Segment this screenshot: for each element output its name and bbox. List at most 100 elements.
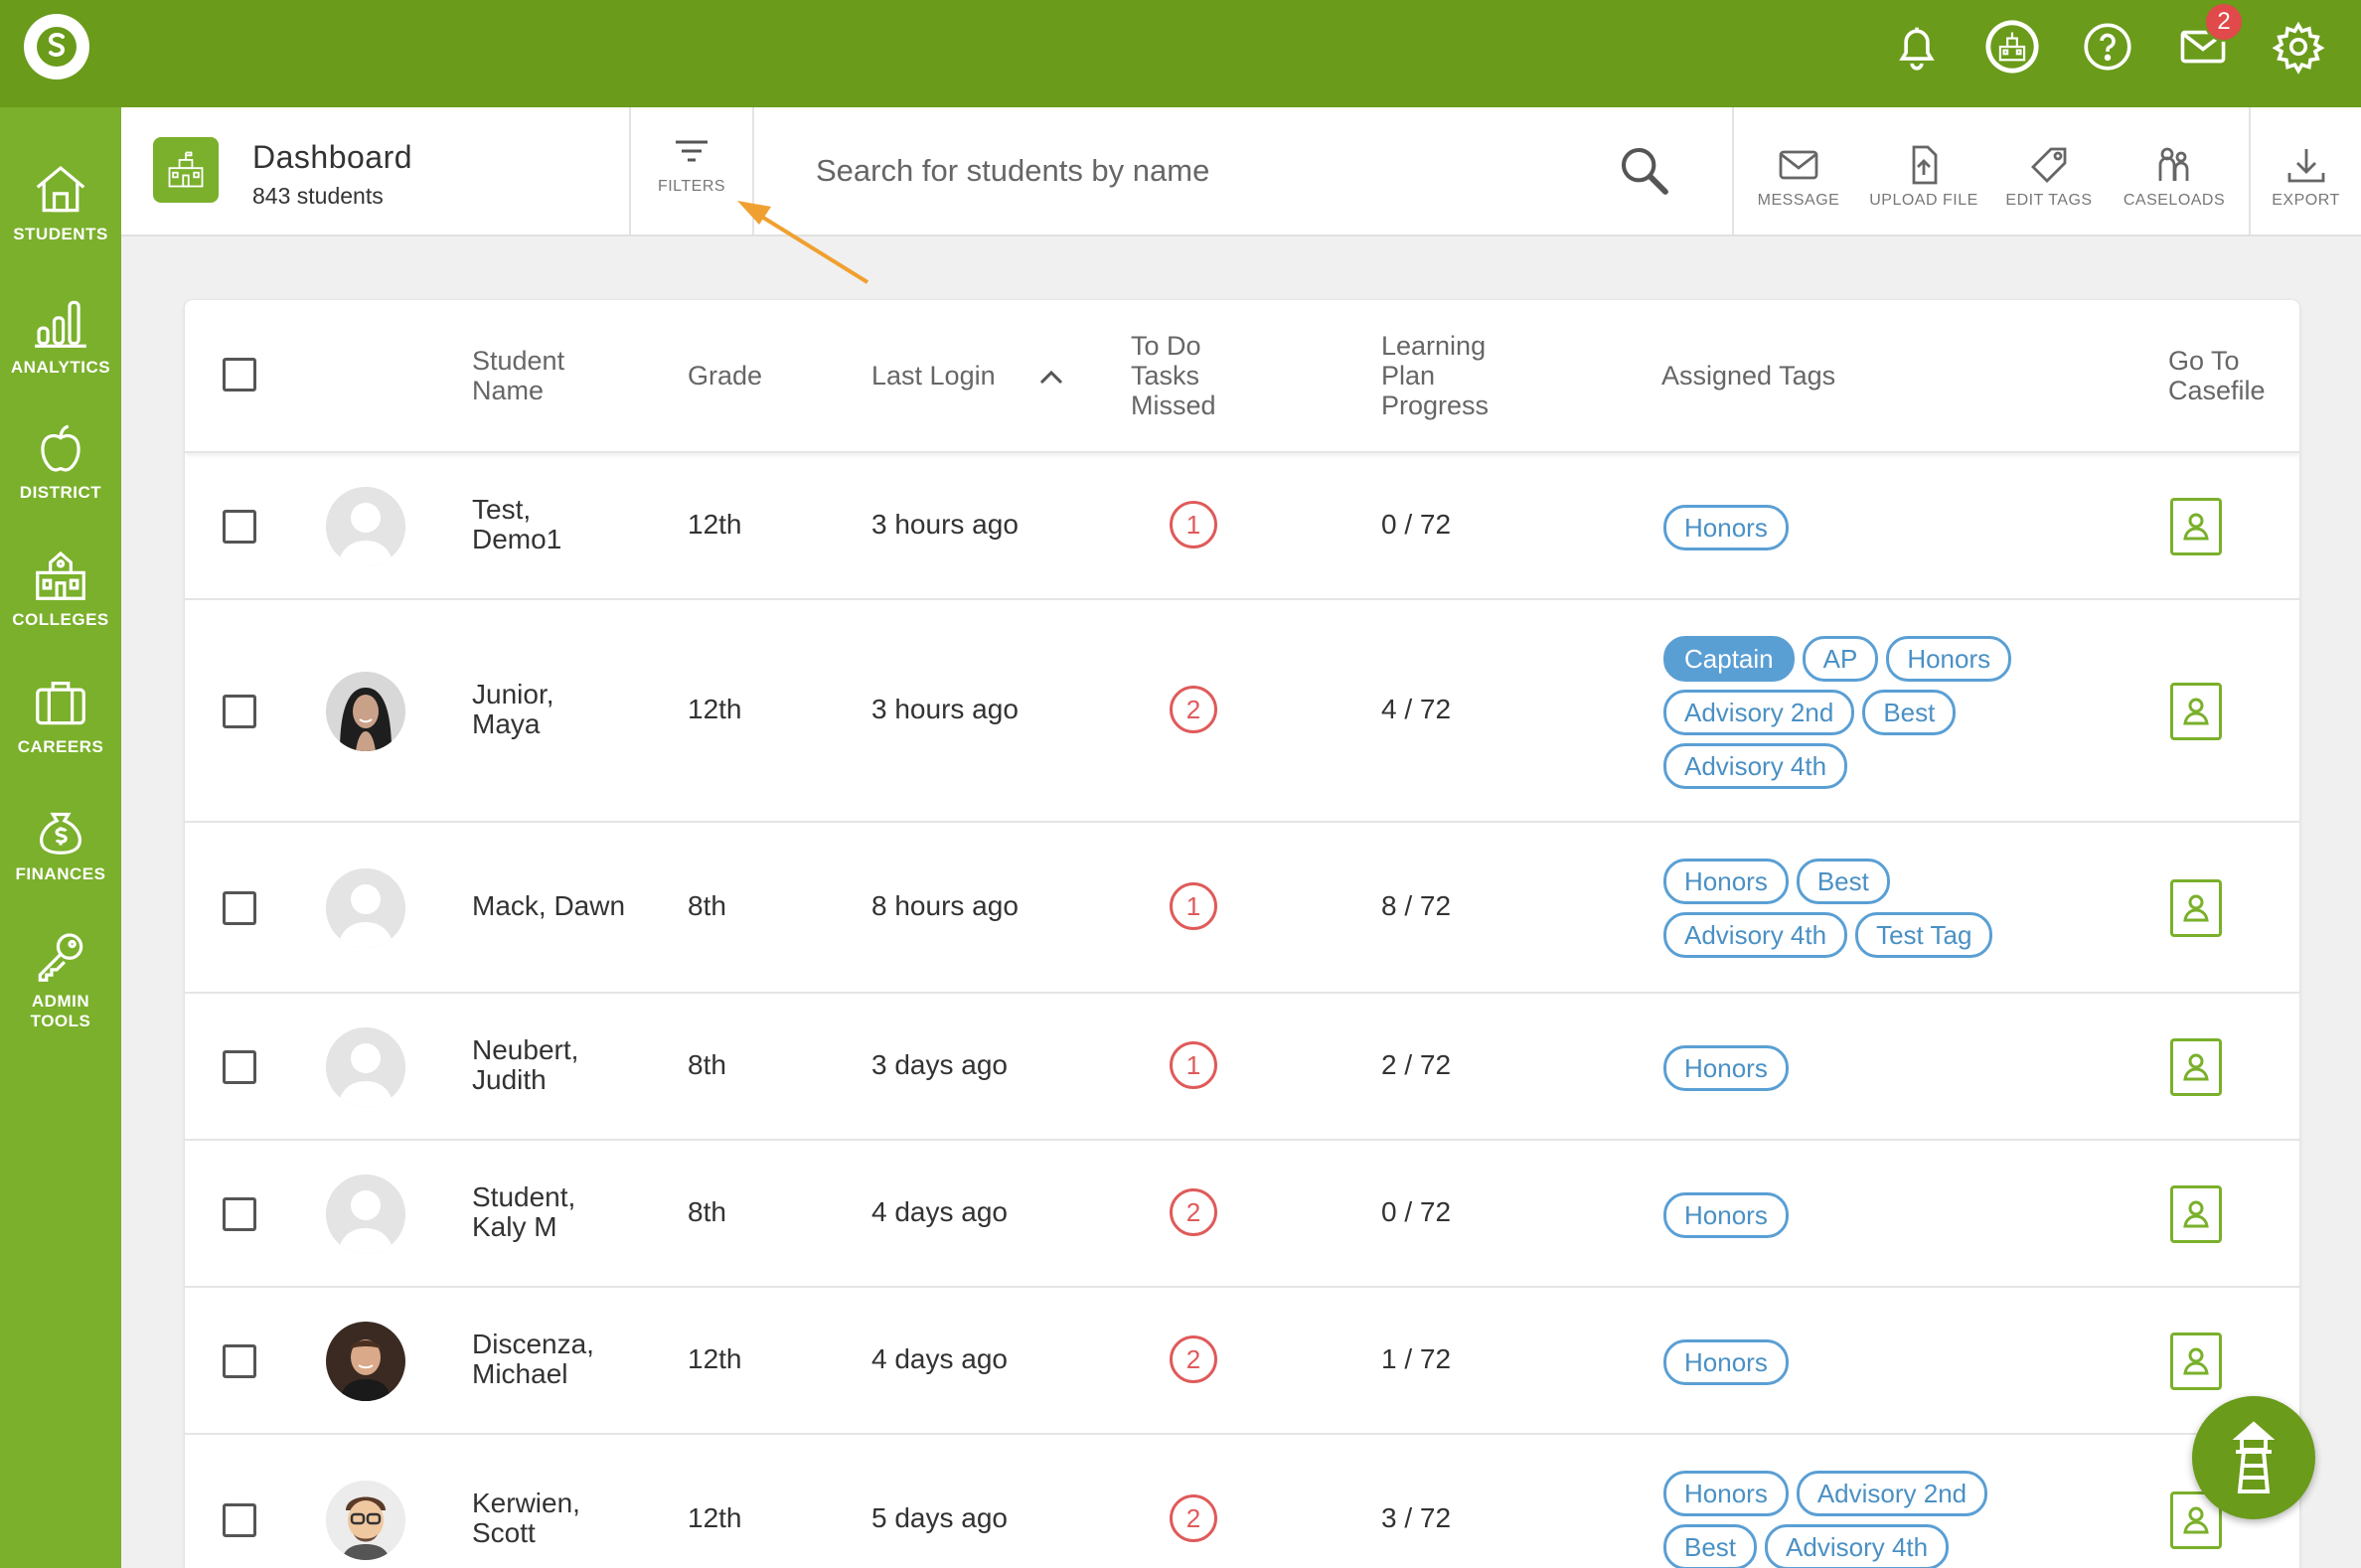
tasks-missed-badge[interactable]: 1: [1170, 501, 1217, 549]
last-login: 3 days ago: [871, 1049, 1008, 1080]
casefile-icon[interactable]: [2170, 1333, 2222, 1390]
casefile-icon[interactable]: [2170, 879, 2222, 937]
tasks-missed-badge[interactable]: 2: [1170, 1335, 1217, 1383]
tag[interactable]: Honors: [1663, 1192, 1789, 1238]
tag[interactable]: Honors: [1663, 1471, 1789, 1516]
sidebar-item-careers[interactable]: CAREERS: [0, 672, 121, 757]
people-icon: [2158, 147, 2189, 181]
logo-icon[interactable]: [24, 14, 89, 79]
student-name[interactable]: Neubert, Judith: [472, 1035, 578, 1095]
tag-list: Honors: [1663, 505, 2061, 550]
tag[interactable]: AP: [1802, 636, 1879, 682]
row-checkbox[interactable]: [223, 1344, 256, 1378]
sidebar-item-district[interactable]: DISTRICT: [0, 417, 121, 503]
table-row[interactable]: Discenza, Michael 12th 4 days ago 2 1 / …: [185, 1288, 2299, 1435]
avatar: [326, 1175, 405, 1254]
column-header-assigned-tags[interactable]: Assigned Tags: [1661, 361, 1835, 391]
casefile-icon[interactable]: [2170, 1185, 2222, 1243]
sidebar-item-colleges[interactable]: COLLEGES: [0, 545, 121, 630]
export-button[interactable]: EXPORT: [2251, 107, 2361, 235]
row-checkbox[interactable]: [223, 1050, 256, 1084]
casefile-icon[interactable]: [2170, 1038, 2222, 1096]
sort-ascending-icon[interactable]: [1037, 368, 1065, 386]
tasks-missed-badge[interactable]: 1: [1170, 1041, 1217, 1089]
tasks-missed-badge[interactable]: 2: [1170, 1188, 1217, 1236]
school-icon[interactable]: [1979, 14, 2045, 79]
grade: 12th: [688, 1502, 742, 1533]
money-bag-icon: [40, 812, 81, 855]
student-name[interactable]: Kerwien, Scott: [472, 1489, 580, 1548]
tag[interactable]: Best: [1862, 690, 1957, 735]
select-all-checkbox[interactable]: [223, 358, 256, 392]
tag[interactable]: Honors: [1886, 636, 2012, 682]
tag-list: Honors: [1663, 1339, 2061, 1385]
avatar: [326, 672, 405, 751]
table-row[interactable]: Kerwien, Scott 12th 5 days ago 2 3 / 72 …: [185, 1435, 2299, 1568]
casefile-icon[interactable]: [2170, 498, 2222, 555]
tag[interactable]: Honors: [1663, 1045, 1789, 1091]
grade: 12th: [688, 509, 742, 540]
tag[interactable]: Advisory 4th: [1663, 912, 1848, 958]
column-header-grade[interactable]: Grade: [688, 361, 762, 391]
student-name[interactable]: Test, Demo1: [472, 495, 561, 554]
gear-icon[interactable]: [2266, 14, 2331, 79]
student-name[interactable]: Junior, Maya: [472, 680, 554, 739]
column-header-learning-plan[interactable]: Learning Plan Progress: [1381, 331, 1489, 420]
tag[interactable]: Honors: [1663, 505, 1789, 550]
caseloads-button[interactable]: CASELOADS: [2112, 107, 2237, 235]
table-row[interactable]: Test, Demo1 12th 3 hours ago 1 0 / 72 Ho…: [185, 453, 2299, 600]
help-icon[interactable]: [2075, 14, 2140, 79]
row-checkbox[interactable]: [223, 695, 256, 728]
tag-list: Captain AP Honors Advisory 2nd Best Advi…: [1663, 636, 2061, 789]
bell-icon[interactable]: [1884, 14, 1950, 79]
plan-progress: 1 / 72: [1381, 1343, 1452, 1374]
tasks-missed-badge[interactable]: 2: [1170, 686, 1217, 733]
tag[interactable]: Best: [1663, 1524, 1758, 1568]
table-row[interactable]: Mack, Dawn 8th 8 hours ago 1 8 / 72 Hono…: [185, 823, 2299, 994]
column-header-tasks-missed[interactable]: To Do Tasks Missed: [1131, 331, 1216, 420]
mail-icon[interactable]: 2: [2170, 2, 2244, 79]
student-name[interactable]: Discenza, Michael: [472, 1330, 594, 1389]
column-header-student-name[interactable]: Student Name: [472, 346, 564, 405]
avatar: [326, 1322, 405, 1401]
sidebar-item-analytics[interactable]: ANALYTICS: [0, 292, 121, 378]
export-label: EXPORT: [2272, 192, 2340, 209]
filter-icon: [676, 140, 708, 162]
lighthouse-icon[interactable]: [2192, 1396, 2315, 1519]
plan-progress: 3 / 72: [1381, 1502, 1452, 1533]
download-icon: [2287, 149, 2324, 183]
upload-file-button[interactable]: UPLOAD FILE: [1861, 107, 1986, 235]
column-header-last-login[interactable]: Last Login: [871, 361, 996, 391]
filters-button[interactable]: FILTERS: [631, 107, 754, 235]
row-checkbox[interactable]: [223, 1503, 256, 1537]
tag[interactable]: Captain: [1663, 636, 1795, 682]
tag[interactable]: Advisory 4th: [1663, 743, 1848, 789]
casefile-icon[interactable]: [2170, 683, 2222, 740]
sidebar-item-admin-tools[interactable]: ADMIN TOOLS: [0, 926, 121, 1031]
row-checkbox[interactable]: [223, 1197, 256, 1231]
message-button[interactable]: MESSAGE: [1736, 107, 1861, 235]
sidebar-item-finances[interactable]: FINANCES: [0, 799, 121, 884]
table-row[interactable]: Neubert, Judith 8th 3 days ago 1 2 / 72 …: [185, 994, 2299, 1141]
tag[interactable]: Honors: [1663, 859, 1789, 904]
table-row[interactable]: Student, Kaly M 8th 4 days ago 2 0 / 72 …: [185, 1141, 2299, 1288]
tag[interactable]: Best: [1796, 859, 1890, 904]
tag[interactable]: Advisory 2nd: [1796, 1471, 1988, 1516]
tag[interactable]: Honors: [1663, 1339, 1789, 1385]
tasks-missed-badge[interactable]: 2: [1170, 1494, 1217, 1542]
search-input[interactable]: [816, 145, 1591, 197]
table-row[interactable]: Junior, Maya 12th 3 hours ago 2 4 / 72 C…: [185, 600, 2299, 823]
message-label: MESSAGE: [1757, 192, 1840, 209]
row-checkbox[interactable]: [223, 891, 256, 925]
tag[interactable]: Advisory 2nd: [1663, 690, 1855, 735]
tag-list: Honors Advisory 2nd Best Advisory 4th: [1663, 1471, 2061, 1568]
tag[interactable]: Advisory 4th: [1765, 1524, 1950, 1568]
tag[interactable]: Test Tag: [1855, 912, 1993, 958]
sidebar-item-students[interactable]: STUDENTS: [0, 159, 121, 244]
search-icon[interactable]: [1617, 143, 1672, 204]
student-name[interactable]: Student, Kaly M: [472, 1182, 575, 1242]
row-checkbox[interactable]: [223, 510, 256, 544]
edit-tags-button[interactable]: EDIT TAGS: [1986, 107, 2112, 235]
tasks-missed-badge[interactable]: 1: [1170, 882, 1217, 930]
student-name[interactable]: Mack, Dawn: [472, 891, 625, 921]
